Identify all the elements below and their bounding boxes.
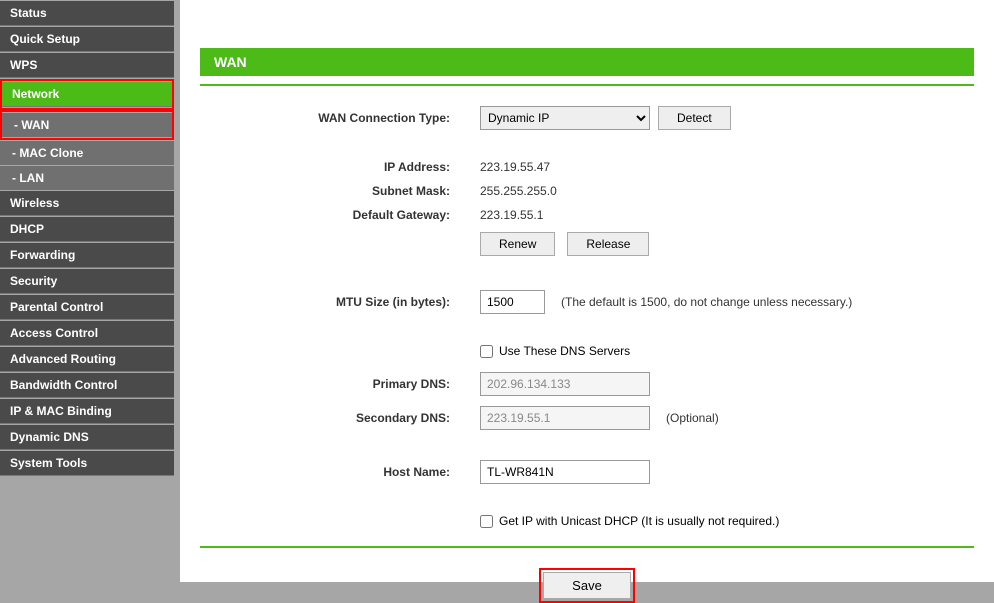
sidebar-subitem-lan[interactable]: - LAN [0, 166, 174, 190]
sidebar-item-dynamic-dns[interactable]: Dynamic DNS [0, 425, 174, 450]
ip-address-value: 223.19.55.47 [480, 160, 550, 174]
sidebar-item-wireless[interactable]: Wireless [0, 191, 174, 216]
host-name-label: Host Name: [200, 465, 480, 479]
default-gateway-value: 223.19.55.1 [480, 208, 543, 222]
sidebar-subitem-mac-clone[interactable]: - MAC Clone [0, 141, 174, 165]
sidebar-item-system-tools[interactable]: System Tools [0, 451, 174, 476]
conn-type-select[interactable]: Dynamic IP [480, 106, 650, 130]
unicast-dhcp-label: Get IP with Unicast DHCP (It is usually … [499, 514, 779, 528]
unicast-dhcp-checkbox[interactable] [480, 515, 493, 528]
default-gateway-label: Default Gateway: [200, 208, 480, 222]
mtu-size-label: MTU Size (in bytes): [200, 295, 480, 309]
host-name-input[interactable] [480, 460, 650, 484]
primary-dns-label: Primary DNS: [200, 377, 480, 391]
sidebar-item-status[interactable]: Status [0, 1, 174, 26]
secondary-dns-input[interactable] [480, 406, 650, 430]
subnet-mask-label: Subnet Mask: [200, 184, 480, 198]
sidebar-item-ip-mac-binding[interactable]: IP & MAC Binding [0, 399, 174, 424]
conn-type-label: WAN Connection Type: [200, 111, 480, 125]
page-title: WAN [200, 48, 974, 76]
sidebar-item-access-control[interactable]: Access Control [0, 321, 174, 346]
highlight-network: Network [0, 79, 174, 110]
use-dns-label: Use These DNS Servers [499, 344, 630, 358]
subnet-mask-value: 255.255.255.0 [480, 184, 557, 198]
renew-button[interactable]: Renew [480, 232, 555, 256]
save-highlight: Save [539, 568, 635, 603]
sidebar-item-dhcp[interactable]: DHCP [0, 217, 174, 242]
detect-button[interactable]: Detect [658, 106, 731, 130]
optional-hint: (Optional) [666, 411, 719, 425]
sidebar-item-forwarding[interactable]: Forwarding [0, 243, 174, 268]
release-button[interactable]: Release [567, 232, 649, 256]
sidebar-item-network[interactable]: Network [2, 82, 172, 107]
sidebar-item-quick-setup[interactable]: Quick Setup [0, 27, 174, 52]
secondary-dns-label: Secondary DNS: [200, 411, 480, 425]
sidebar-item-advanced-routing[interactable]: Advanced Routing [0, 347, 174, 372]
mtu-size-input[interactable] [480, 290, 545, 314]
save-button[interactable]: Save [543, 572, 631, 599]
use-dns-checkbox[interactable] [480, 345, 493, 358]
content-area: WAN WAN Connection Type: Dynamic IP Dete… [174, 0, 994, 582]
sidebar-item-wps[interactable]: WPS [0, 53, 174, 78]
sidebar-item-bandwidth-control[interactable]: Bandwidth Control [0, 373, 174, 398]
sidebar: Status Quick Setup WPS Network - WAN - M… [0, 0, 174, 582]
sidebar-item-security[interactable]: Security [0, 269, 174, 294]
primary-dns-input[interactable] [480, 372, 650, 396]
sidebar-subitem-wan[interactable]: - WAN [2, 113, 172, 137]
mtu-hint: (The default is 1500, do not change unle… [561, 295, 852, 309]
highlight-wan: - WAN [0, 110, 174, 140]
sidebar-item-parental-control[interactable]: Parental Control [0, 295, 174, 320]
ip-address-label: IP Address: [200, 160, 480, 174]
